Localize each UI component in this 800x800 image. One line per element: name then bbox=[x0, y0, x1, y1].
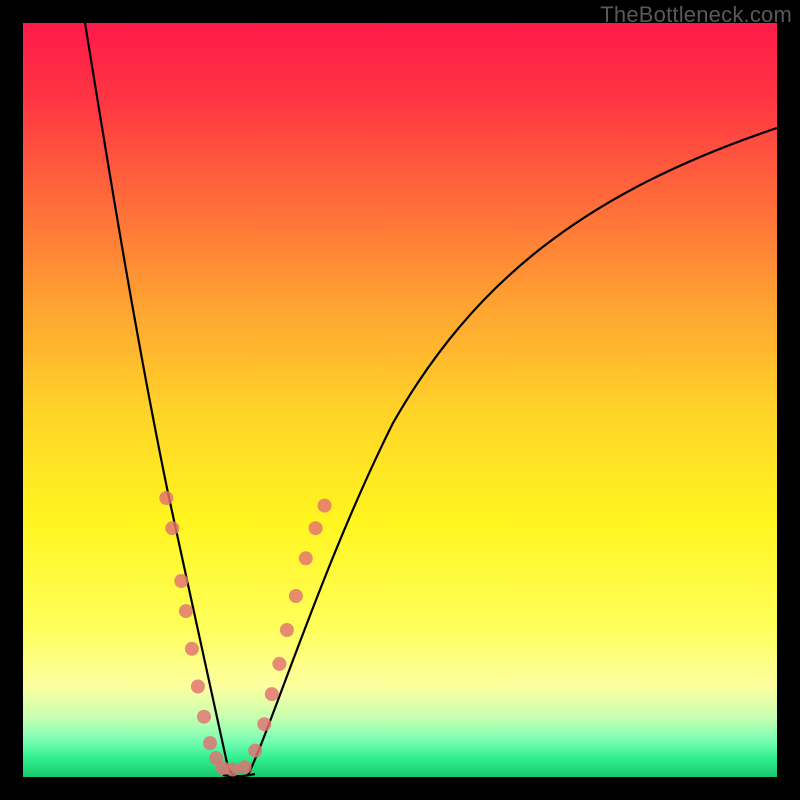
scatter-dot bbox=[289, 589, 303, 603]
scatter-dot bbox=[238, 760, 252, 774]
scatter-dot bbox=[179, 604, 193, 618]
scatter-dot bbox=[265, 687, 279, 701]
scatter-dot bbox=[272, 657, 286, 671]
scatter-dot bbox=[203, 736, 217, 750]
scatter-dot bbox=[174, 574, 188, 588]
scatter-dot bbox=[165, 521, 179, 535]
right-branch bbox=[248, 128, 777, 775]
scatter-dot bbox=[280, 623, 294, 637]
watermark-text: TheBottleneck.com bbox=[600, 2, 792, 28]
chart-frame: TheBottleneck.com bbox=[0, 0, 800, 800]
scatter-dot bbox=[226, 763, 240, 777]
scatter-markers bbox=[159, 491, 331, 777]
scatter-dot bbox=[185, 642, 199, 656]
scatter-dot bbox=[257, 717, 271, 731]
left-branch bbox=[85, 23, 236, 775]
scatter-dot bbox=[159, 491, 173, 505]
scatter-dot bbox=[309, 521, 323, 535]
scatter-dot bbox=[191, 680, 205, 694]
scatter-dot bbox=[318, 499, 332, 513]
scatter-dot bbox=[197, 710, 211, 724]
plot-area bbox=[23, 23, 777, 777]
scatter-dot bbox=[299, 551, 313, 565]
scatter-dot bbox=[248, 744, 262, 758]
curves-layer bbox=[23, 23, 777, 777]
